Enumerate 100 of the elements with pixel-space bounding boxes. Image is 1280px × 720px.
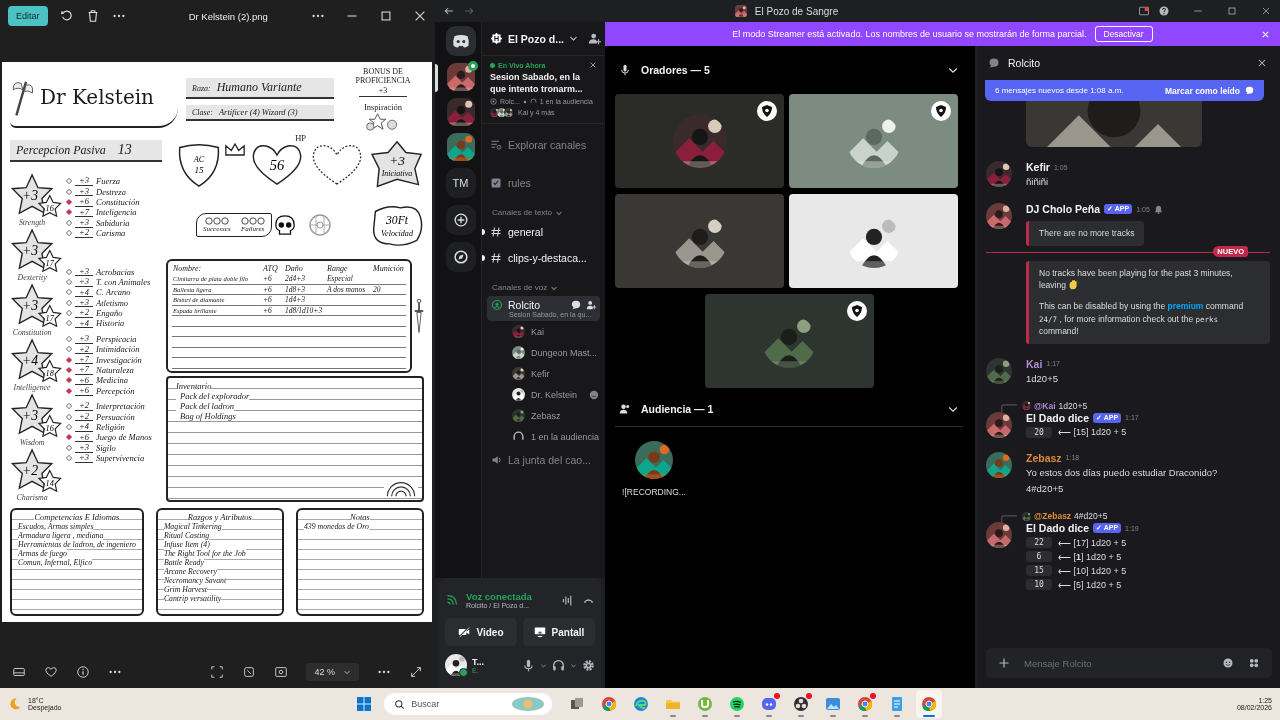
chat-check-icon <box>1245 86 1254 95</box>
spotify-icon <box>729 696 746 712</box>
skill-bonus: +3 <box>75 277 93 287</box>
edit-button[interactable]: Editar <box>8 6 48 26</box>
speaker-tile[interactable] <box>615 194 784 288</box>
member-item[interactable]: Zebasz <box>482 405 605 427</box>
close-icon[interactable] <box>1256 57 1268 69</box>
armor-class-label: AC <box>193 155 205 165</box>
close-icon[interactable] <box>1260 5 1272 17</box>
message-text: 4#d20+5 <box>1026 482 1065 497</box>
discord-icon <box>761 696 778 712</box>
member-item[interactable]: Dungeon Mast... <box>482 342 605 364</box>
close-icon[interactable] <box>413 9 427 23</box>
discord-home-icon[interactable] <box>446 26 476 56</box>
back-arrow-icon[interactable] <box>443 5 455 17</box>
new-messages-bar[interactable]: 6 mensajes nuevos desde 1:08 a.m. Marcar como leído <box>985 80 1264 101</box>
channel-item[interactable]: rules <box>482 172 605 195</box>
skill-name: Engaño <box>96 308 123 319</box>
skill-name: Intimidación <box>96 344 140 355</box>
apps-icon[interactable] <box>1248 657 1260 669</box>
start-icon[interactable] <box>356 696 373 712</box>
reply-mention[interactable]: @Kai <box>1034 400 1056 411</box>
close-icon[interactable] <box>589 61 597 69</box>
save-bonus: +3 <box>75 186 93 197</box>
roll-total: 15 <box>1026 565 1052 577</box>
class-label: Clase: <box>192 108 213 117</box>
column-header: Nombre: <box>172 263 262 274</box>
signal-icon <box>445 593 458 607</box>
section-title: Audiencia — 1 <box>641 403 714 415</box>
author-name[interactable]: El Dado dice <box>1026 522 1089 535</box>
soundwave-icon[interactable] <box>561 593 574 607</box>
speaker-tile[interactable] <box>704 294 874 388</box>
race-label: Raza: <box>192 84 211 93</box>
author-name[interactable]: DJ Cholo Peña <box>1026 203 1101 216</box>
speed-value: 30Ft <box>385 214 409 228</box>
rotate-icon[interactable] <box>59 9 74 23</box>
skill-bonus: +4 <box>75 318 93 329</box>
expand-icon[interactable] <box>409 664 423 679</box>
chat-bubble-icon[interactable] <box>571 300 581 311</box>
category-header[interactable]: Canales de voz <box>492 283 548 293</box>
column-header: Range <box>326 263 372 274</box>
info-icon[interactable] <box>76 664 90 679</box>
category-header[interactable]: Canales de texto <box>492 208 553 218</box>
member-item[interactable]: Kai <box>482 321 605 343</box>
heart-icon[interactable] <box>44 664 58 679</box>
inbox-icon[interactable] <box>1138 5 1150 17</box>
disable-button[interactable]: Desactivar <box>1094 26 1153 42</box>
skill-bonus: +3 <box>75 443 93 453</box>
channel-item[interactable]: clips-y-destaca... <box>482 247 605 270</box>
speaker-tile[interactable] <box>789 194 958 288</box>
premium-link[interactable]: premium <box>1167 301 1204 312</box>
author-name[interactable]: Kai <box>1026 357 1043 370</box>
microphone-icon[interactable] <box>522 658 535 672</box>
speed-badge <box>372 206 423 246</box>
add-person-icon[interactable] <box>586 300 596 311</box>
user-name[interactable]: T... <box>472 656 484 667</box>
speaker-tile[interactable] <box>789 94 958 188</box>
voice-channel[interactable]: La junta del cao... <box>487 451 600 470</box>
mark-read-link[interactable]: Marcar como leído <box>1164 85 1240 96</box>
window-title: Dr Kelstein (2).png <box>187 10 269 22</box>
window-title: El Pozo de Sangre <box>754 5 839 17</box>
server-button[interactable]: TM <box>445 168 476 198</box>
voice-panel-button[interactable]: Pantall <box>523 618 595 646</box>
member-item[interactable]: Kefir <box>482 363 605 385</box>
author-name[interactable]: Kefir <box>1026 161 1050 173</box>
emoji-icon[interactable] <box>1222 657 1234 669</box>
message-text: Yo estos dos días puedo estudiar Draconido? <box>1026 465 1219 480</box>
save-name: Destreza <box>96 186 126 197</box>
plus-icon[interactable] <box>998 657 1010 669</box>
voice-status[interactable]: Voz conectada <box>466 591 553 602</box>
add-person-icon[interactable] <box>588 32 601 45</box>
armor-class-shield <box>178 144 220 187</box>
channel-item[interactable]: Explorar canales <box>482 134 605 157</box>
roll-total: 20 <box>1026 426 1052 438</box>
search-field[interactable]: Buscar <box>384 693 553 715</box>
live-event-title[interactable]: Sesion Sabado, en la que intento tronarm... <box>490 72 597 96</box>
headphones-icon[interactable] <box>552 658 565 672</box>
chrome-icon <box>921 696 938 712</box>
voice-panel-button[interactable]: Video <box>445 618 517 646</box>
fit-icon[interactable] <box>210 664 225 679</box>
zoom-icon[interactable] <box>274 664 289 679</box>
reply-mention[interactable]: @Zebasz <box>1034 511 1072 522</box>
skill-bonus: +7 <box>75 365 93 375</box>
maximize-icon[interactable] <box>379 9 393 23</box>
skill-bonus: +4 <box>75 287 93 298</box>
member-item[interactable]: Dr. Kelstein <box>482 384 605 406</box>
maximize-icon[interactable] <box>1226 5 1238 17</box>
actual-size-icon[interactable] <box>242 664 257 679</box>
skill-bonus: +7 <box>75 354 93 365</box>
skull-icon <box>273 214 296 236</box>
skill-bonus: +4 <box>75 422 93 432</box>
help-icon[interactable] <box>1158 5 1170 17</box>
settings-icon[interactable] <box>582 658 595 672</box>
channel-item[interactable]: general <box>482 221 605 244</box>
author-name[interactable]: Zebasz <box>1026 451 1062 464</box>
speaker-tile[interactable] <box>615 94 784 188</box>
skill-bonus: +6 <box>75 432 93 443</box>
skill-bonus: +6 <box>75 386 93 396</box>
author-name[interactable]: El Dado dice <box>1026 411 1089 424</box>
zoom-dropdown[interactable]: 42 % <box>306 662 359 681</box>
